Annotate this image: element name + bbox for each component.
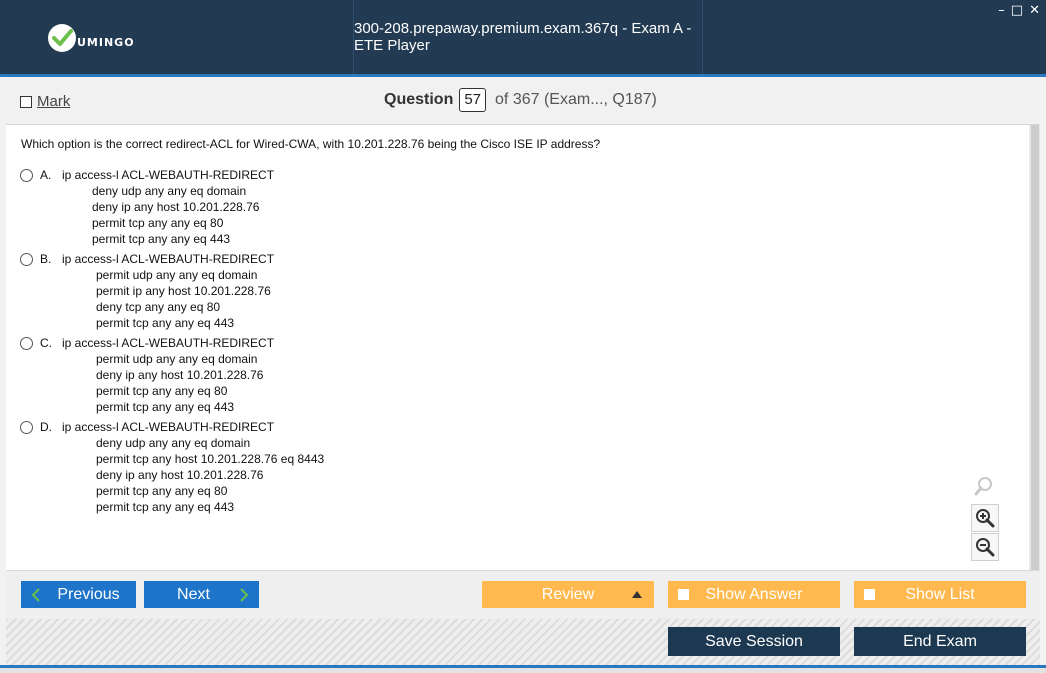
zoom-icon[interactable] <box>971 473 997 499</box>
show-answer-label: Show Answer <box>705 585 803 603</box>
option-first-line: ip access-l ACL-WEBAUTH-REDIRECT <box>62 336 275 350</box>
question-content: Which option is the correct redirect-ACL… <box>6 125 1029 570</box>
question-label: Question <box>384 91 454 108</box>
zoom-out-icon[interactable] <box>971 533 999 561</box>
option-line: permit tcp any any eq 80 <box>92 216 224 230</box>
option-line: permit udp any any eq domain <box>96 268 258 282</box>
option-line: deny ip any host 10.201.228.76 <box>96 468 264 482</box>
chevron-right-icon <box>240 588 249 602</box>
previous-label: Previous <box>57 585 120 603</box>
end-exam-button[interactable]: End Exam <box>854 627 1026 656</box>
previous-button[interactable]: Previous <box>21 581 136 608</box>
end-exam-label: End Exam <box>903 632 977 650</box>
save-session-label: Save Session <box>705 632 803 650</box>
save-session-button[interactable]: Save Session <box>668 627 840 656</box>
show-list-checkbox[interactable] <box>864 589 875 600</box>
chevron-left-icon <box>31 588 40 602</box>
option-line: permit tcp any any eq 80 <box>96 484 228 498</box>
next-button[interactable]: Next <box>144 581 259 608</box>
option-line: deny ip any host 10.201.228.76 <box>92 200 260 214</box>
title-bar: UMINGO 300-208.prepaway.premium.exam.367… <box>0 0 1046 74</box>
title-separator <box>702 0 703 74</box>
option-a[interactable]: A. ip access-l ACL-WEBAUTH-REDIRECT deny… <box>20 167 274 247</box>
next-label: Next <box>177 585 210 603</box>
option-line: deny ip any host 10.201.228.76 <box>96 368 264 382</box>
logo-text: UMINGO <box>77 36 135 49</box>
scrollbar-thumb[interactable] <box>1031 125 1039 570</box>
option-letter: A. <box>40 168 52 182</box>
option-line: permit tcp any any eq 443 <box>96 400 235 414</box>
option-c[interactable]: C. ip access-l ACL-WEBAUTH-REDIRECT perm… <box>20 335 274 415</box>
option-first-line: ip access-l ACL-WEBAUTH-REDIRECT <box>62 420 275 434</box>
mark-checkbox-box[interactable] <box>20 95 32 108</box>
app-logo: UMINGO <box>48 24 135 52</box>
option-line: permit ip any host 10.201.228.76 <box>96 284 271 298</box>
question-number-group: Question 57 of 367 (Exam..., Q187) <box>384 88 657 112</box>
window-title: 300-208.prepaway.premium.exam.367q - Exa… <box>354 20 692 54</box>
review-label: Review <box>541 585 595 603</box>
radio-option-d[interactable] <box>20 420 33 434</box>
option-d[interactable]: D. ip access-l ACL-WEBAUTH-REDIRECT deny… <box>20 419 324 515</box>
option-letter: B. <box>40 252 52 266</box>
show-list-label: Show List <box>905 585 975 603</box>
triangle-up-icon <box>632 591 642 598</box>
minimize-icon[interactable]: – <box>998 3 1005 18</box>
option-b[interactable]: B. ip access-l ACL-WEBAUTH-REDIRECT perm… <box>20 251 274 331</box>
option-first-line: ip access-l ACL-WEBAUTH-REDIRECT <box>62 168 275 182</box>
radio-option-c[interactable] <box>20 336 33 350</box>
window-controls: – □ ✕ <box>998 3 1040 18</box>
option-line: permit tcp any any eq 443 <box>96 316 235 330</box>
option-line: deny udp any any eq domain <box>92 184 247 198</box>
option-line: permit udp any any eq domain <box>96 352 258 366</box>
window-frame-bottom <box>0 668 1046 673</box>
option-line: permit tcp any any eq 443 <box>96 500 235 514</box>
option-letter: C. <box>40 336 52 350</box>
review-button[interactable]: Review <box>482 581 654 608</box>
radio-option-b[interactable] <box>20 252 33 266</box>
option-letter: D. <box>40 420 52 434</box>
show-answer-checkbox[interactable] <box>678 589 689 600</box>
check-logo-icon <box>48 24 76 52</box>
option-line: deny udp any any eq domain <box>96 436 251 450</box>
zoom-in-icon[interactable] <box>971 504 999 532</box>
radio-option-a[interactable] <box>20 168 33 182</box>
show-list-button[interactable]: Show List <box>854 581 1026 608</box>
nav-bar: Previous Next Review Show Answer Show Li… <box>6 570 1040 619</box>
option-line: permit tcp any any eq 443 <box>92 232 231 246</box>
maximize-icon[interactable]: □ <box>1011 3 1023 18</box>
question-text: Which option is the correct redirect-ACL… <box>21 137 601 151</box>
close-icon[interactable]: ✕ <box>1029 3 1040 18</box>
mark-checkbox[interactable]: Mark <box>20 93 70 110</box>
question-number-input[interactable]: 57 <box>459 88 487 112</box>
option-first-line: ip access-l ACL-WEBAUTH-REDIRECT <box>62 252 275 266</box>
option-line: permit tcp any host 10.201.228.76 eq 844… <box>96 452 325 466</box>
question-of: of 367 (Exam..., Q187) <box>495 91 657 108</box>
show-answer-button[interactable]: Show Answer <box>668 581 840 608</box>
question-header: Mark Question 57 of 367 (Exam..., Q187) <box>6 77 1040 125</box>
mark-label: Mark <box>37 93 71 110</box>
option-line: deny tcp any any eq 80 <box>96 300 221 314</box>
option-line: permit tcp any any eq 80 <box>96 384 228 398</box>
bottom-bar: Save Session End Exam <box>6 619 1040 665</box>
